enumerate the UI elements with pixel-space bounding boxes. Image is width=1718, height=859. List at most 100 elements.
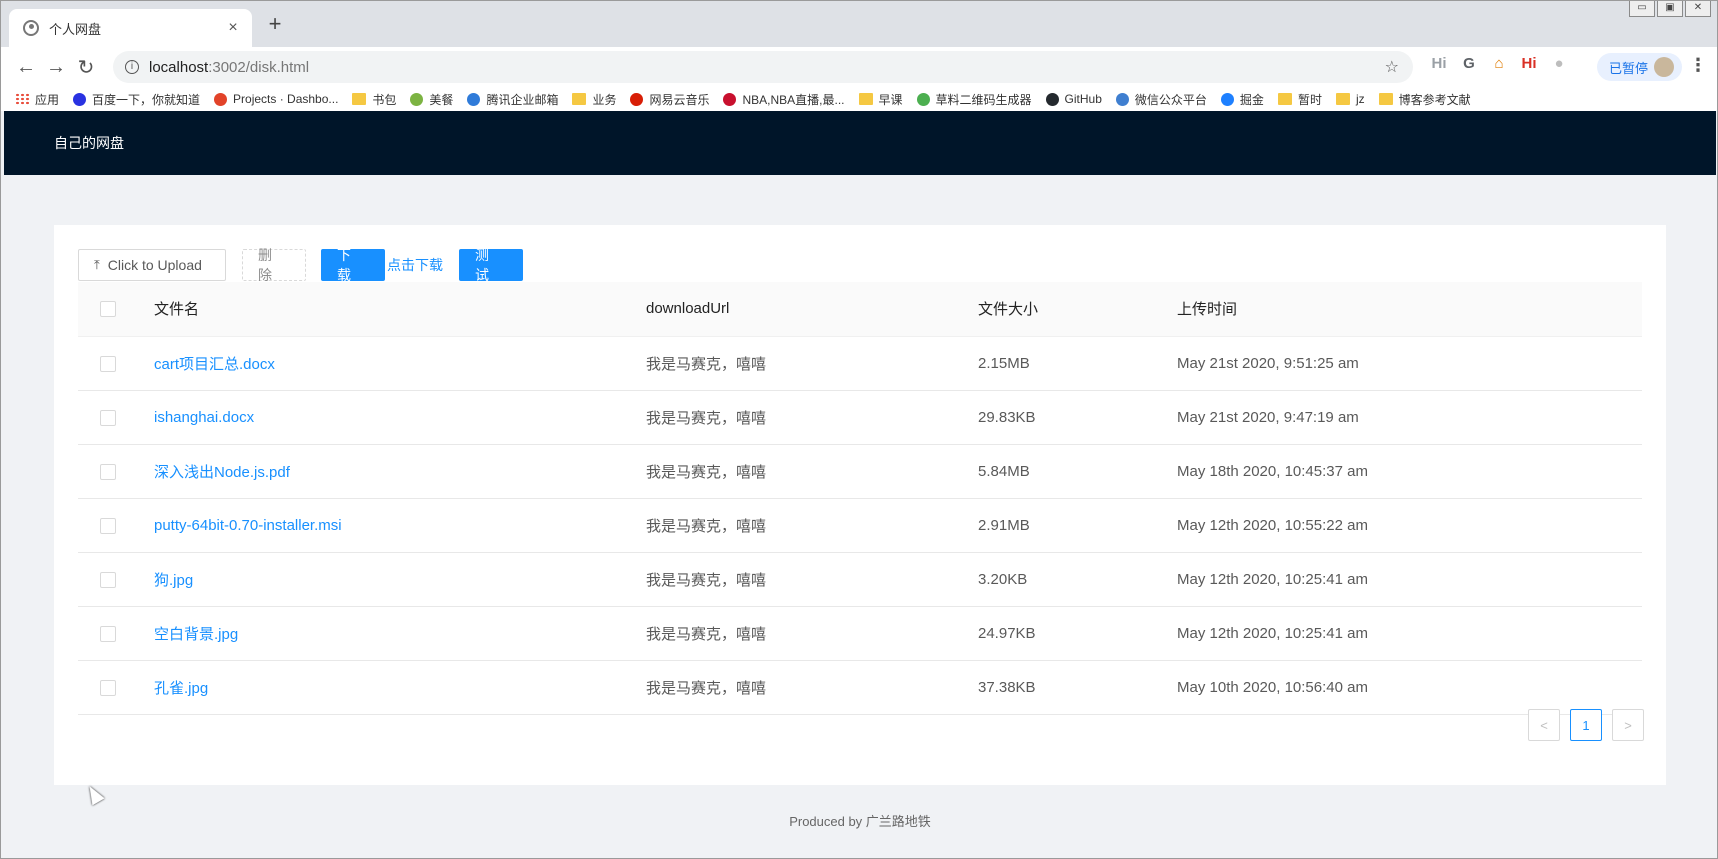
bookmark-item[interactable]: 早课 bbox=[858, 91, 903, 108]
file-name-link[interactable]: putty-64bit-0.70-installer.msi bbox=[154, 517, 342, 534]
file-name-link[interactable]: 空白背景.jpg bbox=[154, 626, 238, 643]
bookmark-item[interactable]: 百度一下，你就知道 bbox=[73, 91, 200, 108]
address-bar[interactable]: i localhost:3002/disk.html ☆ bbox=[113, 51, 1413, 83]
file-name-link[interactable]: 狗.jpg bbox=[154, 572, 193, 589]
browser-toolbar: ← → ↻ i localhost:3002/disk.html ☆ Hi G ⌂ H… bbox=[1, 47, 1717, 87]
select-all-checkbox[interactable] bbox=[100, 301, 116, 318]
file-size-cell: 37.38KB bbox=[978, 660, 1177, 715]
bookmark-item[interactable]: Projects · Dashbo... bbox=[214, 92, 338, 106]
app-header: 自己的网盘 bbox=[4, 111, 1716, 175]
bookmark-star-icon[interactable]: ☆ bbox=[1385, 57, 1399, 77]
restore-button[interactable]: ▣ bbox=[1657, 1, 1683, 17]
info-icon[interactable]: i bbox=[125, 60, 139, 74]
row-check-cell bbox=[78, 336, 154, 391]
next-page-button[interactable]: > bbox=[1612, 709, 1644, 741]
bookmark-label: 微信公众平台 bbox=[1134, 92, 1207, 107]
file-name-link[interactable]: cart项目汇总.docx bbox=[154, 356, 275, 373]
bookmark-label: 早课 bbox=[878, 92, 903, 107]
bookmark-item[interactable]: 腾讯企业邮箱 bbox=[467, 91, 558, 108]
arrow-left-icon: ← bbox=[16, 55, 36, 78]
window-controls: ▭ ▣ ✕ bbox=[1629, 1, 1711, 17]
table-row: 孔雀.jpg 我是马赛克，嘻嘻 37.38KB May 10th 2020, 10:5… bbox=[78, 660, 1642, 715]
row-checkbox[interactable] bbox=[100, 463, 116, 480]
bookmark-item[interactable]: 博客参考文献 bbox=[1378, 91, 1471, 108]
new-tab-button[interactable]: + bbox=[263, 13, 287, 37]
row-checkbox[interactable] bbox=[100, 517, 116, 534]
extension-icon[interactable]: ⌂ bbox=[1489, 55, 1509, 72]
forward-button[interactable]: → bbox=[41, 52, 71, 82]
browser-menu-icon[interactable]: ⋮ bbox=[1689, 55, 1707, 76]
extension-icon[interactable]: Hi bbox=[1429, 55, 1449, 72]
page-1-button[interactable]: 1 bbox=[1570, 709, 1602, 741]
column-header-url[interactable]: downloadUrl bbox=[646, 282, 978, 337]
file-name-cell: putty-64bit-0.70-installer.msi bbox=[154, 498, 646, 553]
row-checkbox[interactable] bbox=[100, 571, 116, 588]
browser-window: 个人网盘 × + ▭ ▣ ✕ ← → ↻ i localhost:3002/di… bbox=[0, 0, 1718, 859]
bookmark-item[interactable]: 应用 bbox=[15, 91, 59, 108]
download-button[interactable]: 下载 bbox=[321, 247, 385, 283]
bookmark-item[interactable]: NBA,NBA直播,最... bbox=[723, 91, 845, 108]
test-button[interactable]: 测试 bbox=[459, 247, 523, 283]
table-row: putty-64bit-0.70-installer.msi 我是马赛克，嘻嘻 2.… bbox=[78, 498, 1642, 553]
table-row: ishanghai.docx 我是马赛克，嘻嘻 29.83KB May 21st 20… bbox=[78, 390, 1642, 445]
bookmark-label: 书包 bbox=[372, 92, 397, 107]
folder-icon bbox=[1335, 93, 1350, 105]
extension-icon[interactable]: ● bbox=[1549, 55, 1569, 72]
bookmark-item[interactable]: 微信公众平台 bbox=[1115, 91, 1207, 108]
bookmark-item[interactable]: GitHub bbox=[1045, 92, 1102, 106]
qrcode-icon bbox=[916, 92, 930, 106]
upload-time-cell: May 12th 2020, 10:55:22 am bbox=[1177, 498, 1642, 553]
bookmark-item[interactable]: jz bbox=[1335, 92, 1365, 106]
close-window-button[interactable]: ✕ bbox=[1685, 1, 1711, 17]
extension-icon[interactable]: G bbox=[1459, 55, 1479, 72]
arrow-right-icon: → bbox=[46, 55, 66, 78]
row-check-cell bbox=[78, 444, 154, 499]
tab-close-icon[interactable]: × bbox=[224, 19, 242, 37]
file-name-cell: cart项目汇总.docx bbox=[154, 336, 646, 391]
app-title: 自己的网盘 bbox=[54, 135, 124, 151]
row-checkbox[interactable] bbox=[100, 409, 116, 426]
bookmark-item[interactable]: 草料二维码生成器 bbox=[916, 91, 1032, 108]
row-checkbox[interactable] bbox=[100, 625, 116, 642]
file-size-cell: 29.83KB bbox=[978, 390, 1177, 445]
upload-button[interactable]: ⤒ Click to Upload bbox=[78, 249, 226, 281]
download-url-cell: 我是马赛克，嘻嘻 bbox=[646, 660, 978, 715]
wechat-mp-icon bbox=[1115, 92, 1129, 106]
file-size-cell: 3.20KB bbox=[978, 552, 1177, 607]
download-url-cell: 我是马赛克，嘻嘻 bbox=[646, 444, 978, 499]
column-header-time[interactable]: 上传时间 bbox=[1177, 282, 1642, 337]
bookmark-item[interactable]: 美餐 bbox=[410, 91, 453, 108]
app-root: 自己的网盘 ⤒ Click to Upload 删除 下载 点击下载 测试 文件… bbox=[4, 111, 1716, 858]
file-name-link[interactable]: 深入浅出Node.js.pdf bbox=[154, 464, 290, 481]
extension-icons: Hi G ⌂ Hi ● bbox=[1429, 55, 1569, 72]
file-size-cell: 2.91MB bbox=[978, 498, 1177, 553]
minimize-button[interactable]: ▭ bbox=[1629, 1, 1655, 17]
bookmark-item[interactable]: 网易云音乐 bbox=[630, 91, 709, 108]
paused-label: 已暂停 bbox=[1609, 60, 1649, 76]
bookmark-item[interactable]: 掘金 bbox=[1220, 91, 1264, 108]
bookmark-item[interactable]: 暂时 bbox=[1277, 91, 1322, 108]
bookmark-label: 腾讯企业邮箱 bbox=[486, 92, 559, 107]
upload-time-cell: May 21st 2020, 9:51:25 am bbox=[1177, 336, 1642, 391]
extension-icon[interactable]: Hi bbox=[1519, 55, 1539, 72]
download-url-cell: 我是马赛克，嘻嘻 bbox=[646, 498, 978, 553]
download-link[interactable]: 点击下载 bbox=[385, 255, 445, 275]
tencent-mail-icon bbox=[467, 92, 481, 106]
bookmark-item[interactable]: 业务 bbox=[572, 91, 616, 108]
row-checkbox[interactable] bbox=[100, 679, 116, 696]
row-checkbox[interactable] bbox=[100, 355, 116, 372]
column-header-name[interactable]: 文件名 bbox=[154, 282, 646, 337]
gitlab-icon bbox=[214, 92, 228, 106]
bookmark-label: 博客参考文献 bbox=[1398, 92, 1471, 107]
back-button[interactable]: ← bbox=[11, 52, 41, 82]
reload-button[interactable]: ↻ bbox=[71, 52, 101, 82]
file-name-link[interactable]: 孔雀.jpg bbox=[154, 680, 208, 697]
delete-button[interactable]: 删除 bbox=[242, 247, 306, 283]
profile-paused-button[interactable]: 已暂停 bbox=[1597, 53, 1683, 81]
column-header-size[interactable]: 文件大小 bbox=[978, 282, 1177, 337]
browser-tab[interactable]: 个人网盘 × bbox=[9, 9, 252, 47]
file-name-link[interactable]: ishanghai.docx bbox=[154, 409, 254, 426]
bookmark-item[interactable]: 书包 bbox=[352, 91, 396, 108]
prev-page-button[interactable]: < bbox=[1528, 709, 1560, 741]
row-check-cell bbox=[78, 660, 154, 715]
